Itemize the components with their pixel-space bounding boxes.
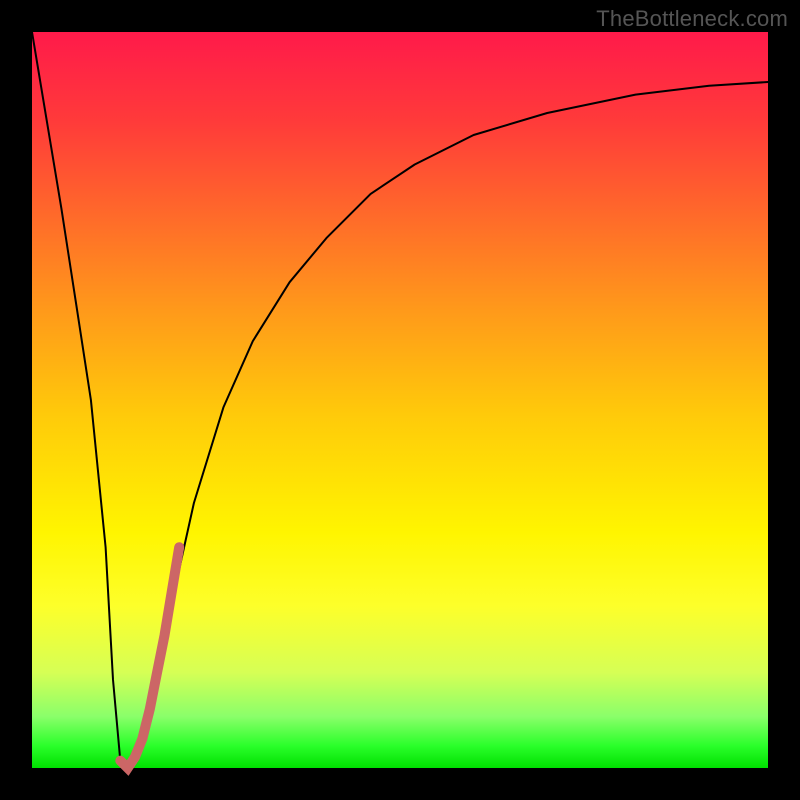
plot-area: [32, 32, 768, 768]
chart-svg: [32, 32, 768, 768]
bottleneck-curve: [32, 32, 768, 768]
highlight-segment: [120, 547, 179, 768]
chart-container: TheBottleneck.com: [0, 0, 800, 800]
watermark-text: TheBottleneck.com: [596, 6, 788, 32]
